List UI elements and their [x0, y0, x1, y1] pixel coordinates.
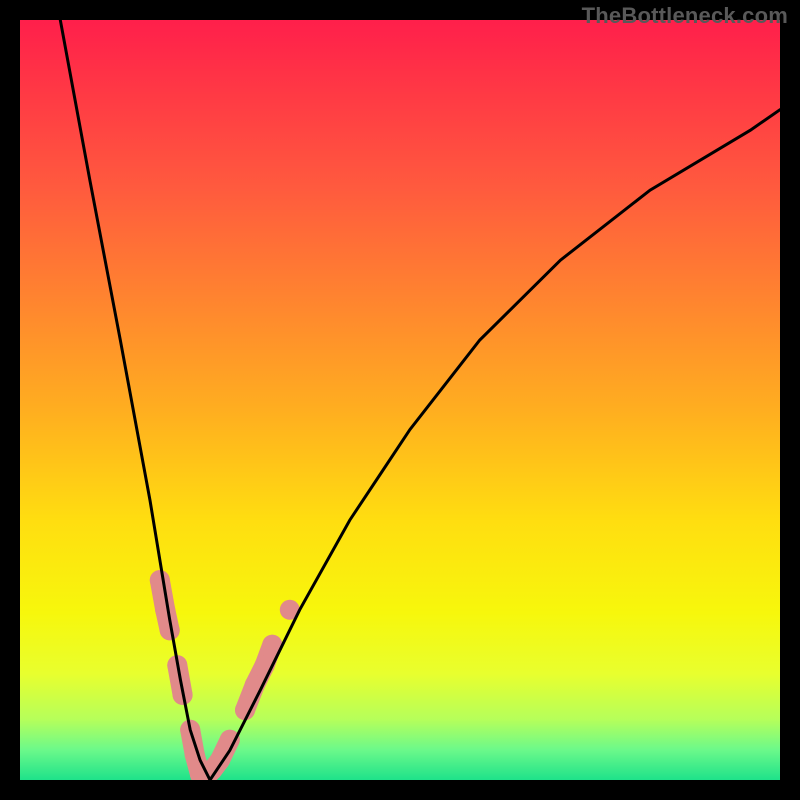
bottleneck-curve-svg: [20, 20, 780, 780]
highlight-markers: [150, 570, 300, 780]
highlight-marker: [150, 570, 170, 590]
plot-area: [20, 20, 780, 780]
chart-frame: TheBottleneck.com: [0, 0, 800, 800]
highlight-marker: [155, 600, 175, 620]
watermark-text: TheBottleneck.com: [582, 3, 788, 29]
